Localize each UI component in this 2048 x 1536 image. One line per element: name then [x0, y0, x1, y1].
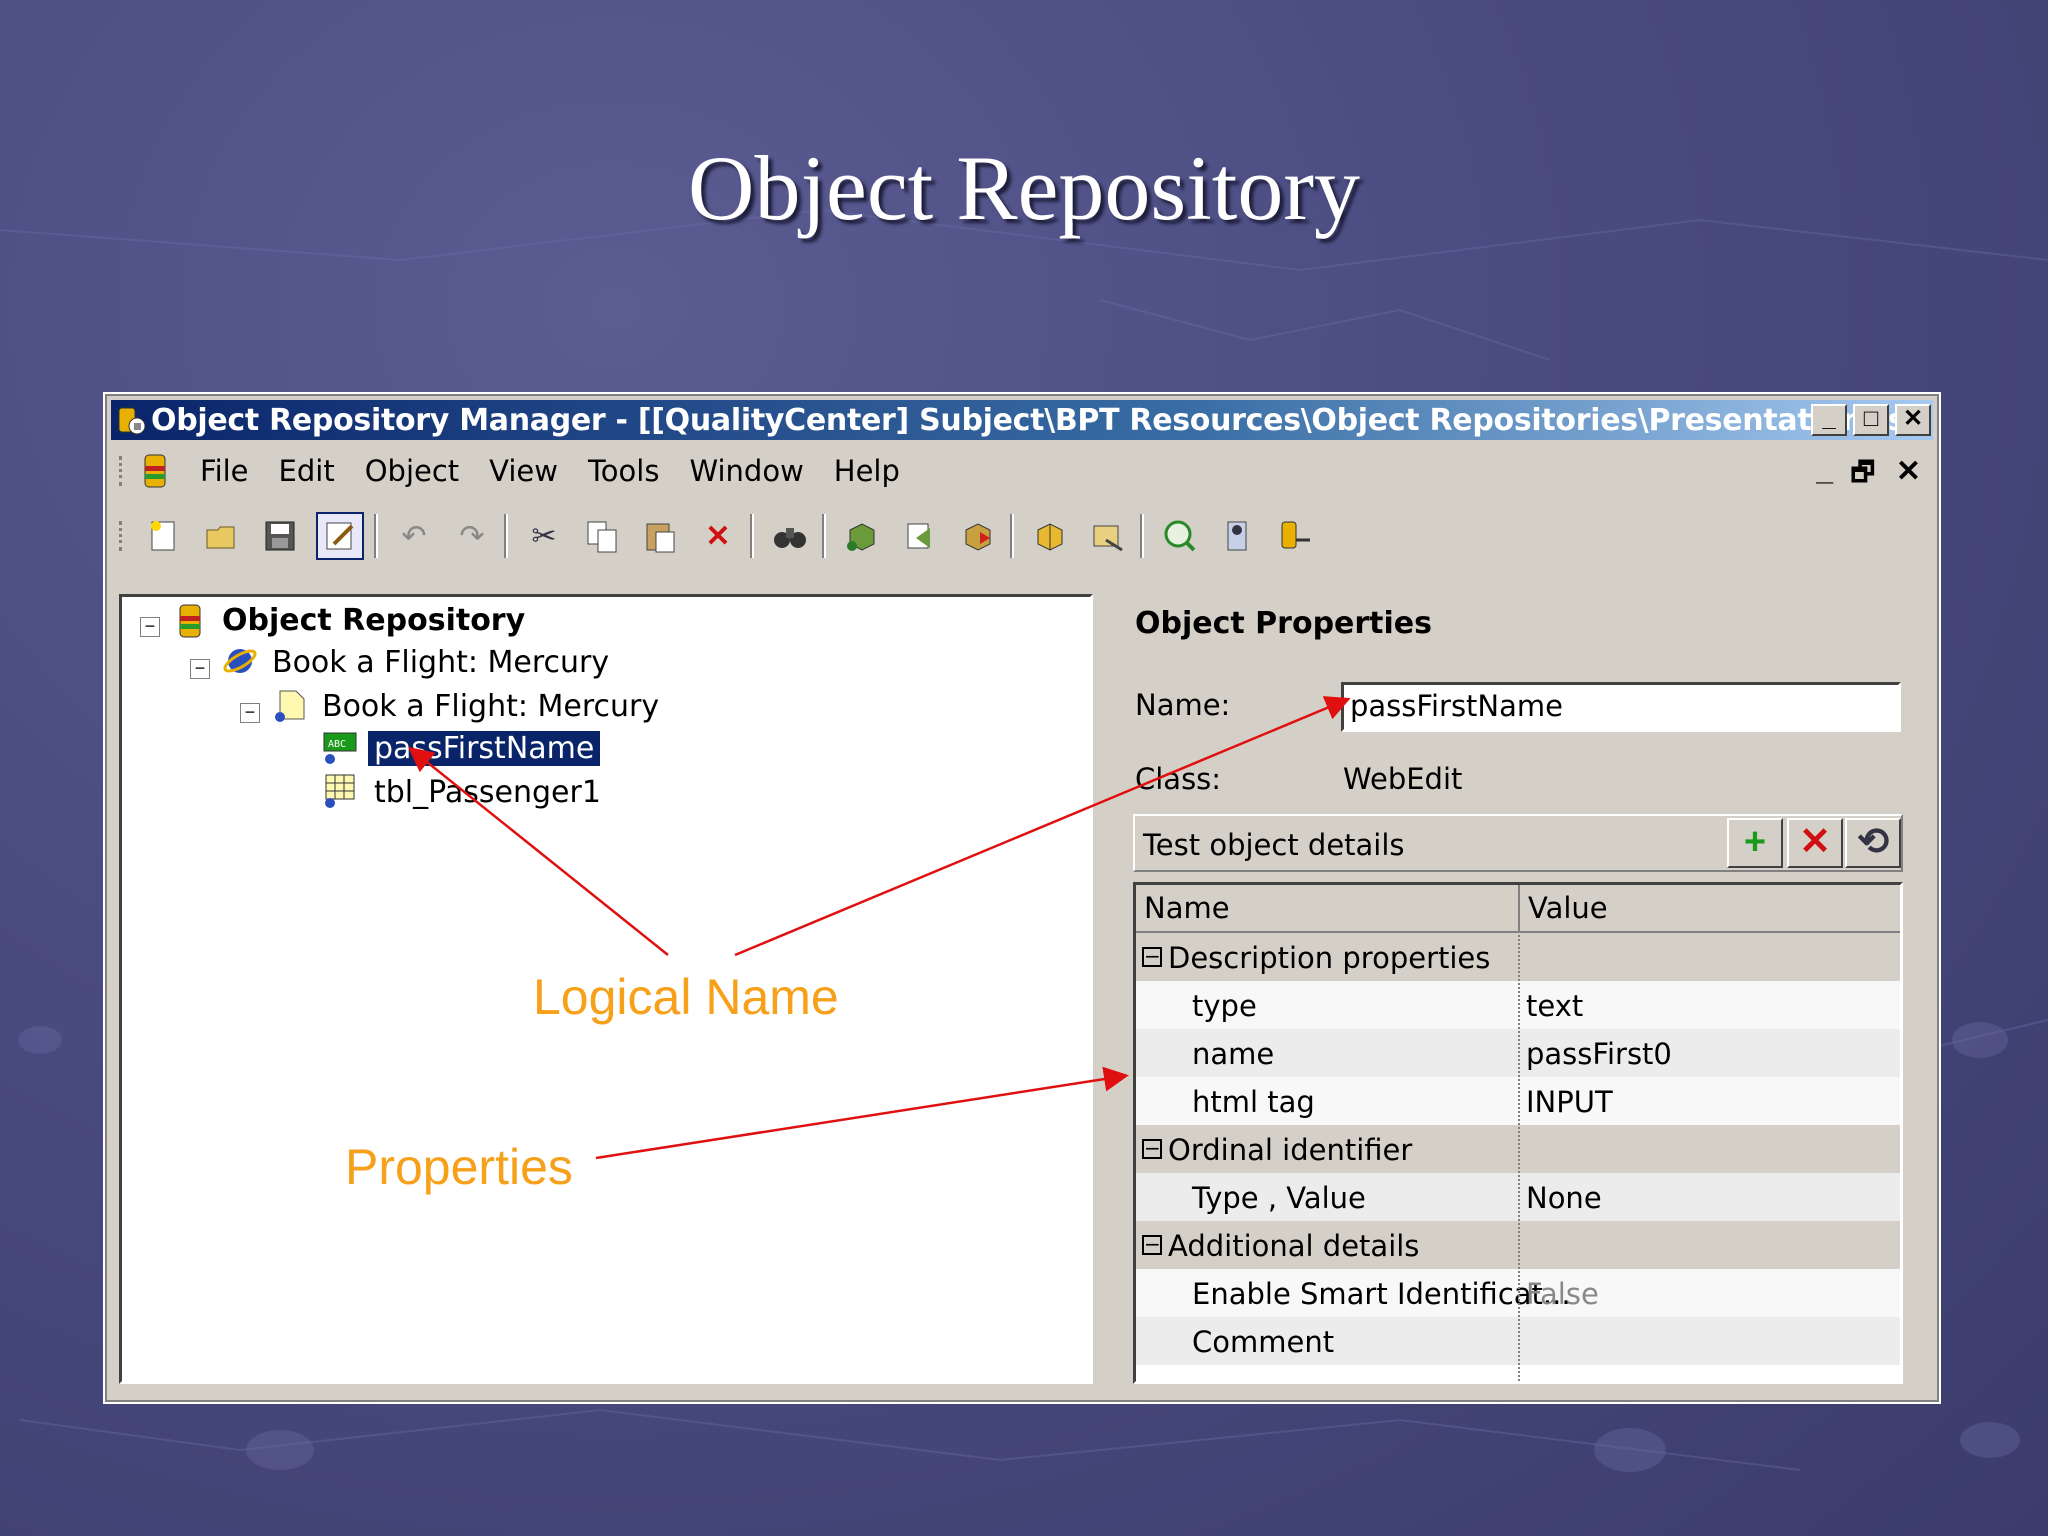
object-repository-window: Object Repository Manager - [[QualityCen… — [103, 392, 1941, 1404]
property-name: type — [1192, 989, 1257, 1023]
grid-header: Name Value — [1136, 885, 1900, 933]
column-header-name[interactable]: Name — [1144, 891, 1230, 925]
paste-icon[interactable] — [638, 514, 682, 558]
mdi-doc-icon — [142, 452, 168, 490]
remove-property-icon[interactable]: ✕ — [1787, 818, 1843, 868]
object-spy-icon[interactable] — [1028, 514, 1072, 558]
menu-tools[interactable]: Tools — [588, 454, 659, 488]
properties-annotation: Properties — [345, 1139, 573, 1195]
property-name: Description properties — [1168, 941, 1491, 975]
property-name: html tag — [1192, 1085, 1315, 1119]
define-object-icon[interactable] — [1216, 514, 1260, 558]
minimize-button[interactable]: _ — [1811, 404, 1847, 436]
property-name: name — [1192, 1037, 1275, 1071]
test-object-details-bar: Test object details + ✕ ⟲ — [1133, 814, 1903, 872]
close-button[interactable]: ✕ — [1895, 404, 1931, 436]
toolbar-separator — [374, 514, 378, 558]
highlight-icon[interactable] — [1086, 514, 1130, 558]
mdi-minimize-button[interactable]: _ — [1816, 454, 1833, 488]
tree-node-root[interactable]: Object Repository — [222, 603, 525, 638]
property-name: Type , Value — [1192, 1181, 1366, 1215]
properties-pane: Object Properties Name: passFirstName Cl… — [1103, 594, 1925, 1384]
new-icon[interactable] — [142, 514, 186, 558]
toolbar-separator — [750, 514, 754, 558]
property-name: Comment — [1192, 1325, 1335, 1359]
property-name: Enable Smart Identificat... — [1192, 1277, 1571, 1311]
collapse-toggle-icon[interactable]: − — [1142, 946, 1162, 967]
menu-edit[interactable]: Edit — [279, 454, 335, 488]
properties-title: Object Properties — [1135, 606, 1433, 641]
webtable-icon — [322, 773, 358, 809]
menu-bar: File Edit Object View Tools Window Help — [111, 446, 1933, 496]
redo-icon[interactable]: ↷ — [450, 514, 494, 558]
tree-node-table[interactable]: tbl_Passenger1 — [374, 775, 601, 810]
logical-name-annotation: Logical Name — [533, 969, 839, 1025]
properties-grid: Name Value − Description properties type te… — [1133, 882, 1903, 1384]
name-field[interactable]: passFirstName — [1341, 682, 1901, 732]
toolbar-separator — [822, 514, 826, 558]
property-name: Ordinal identifier — [1168, 1133, 1413, 1167]
maximize-button[interactable]: □ — [1853, 404, 1889, 436]
property-value[interactable]: text — [1526, 989, 1583, 1023]
add-property-icon[interactable]: + — [1727, 818, 1783, 868]
toolbar-separator — [1010, 514, 1014, 558]
associate-icon[interactable] — [1274, 514, 1318, 558]
tree-node-browser[interactable]: Book a Flight: Mercury — [272, 645, 609, 680]
column-divider[interactable] — [1518, 885, 1520, 931]
add-objects-icon[interactable] — [840, 514, 884, 558]
browser-icon — [222, 643, 258, 679]
toolbar: ↶ ↷ ✂ ✕ — [111, 506, 1933, 566]
update-objects-icon[interactable] — [898, 514, 942, 558]
value-divider — [1518, 931, 1520, 1381]
menu-view[interactable]: View — [489, 454, 558, 488]
collapse-toggle-icon[interactable]: − — [190, 659, 210, 679]
collapse-toggle-icon[interactable]: − — [240, 703, 260, 723]
refresh-icon[interactable]: ⟲ — [1845, 818, 1901, 868]
details-label: Test object details — [1143, 828, 1405, 862]
menu-object[interactable]: Object — [365, 454, 459, 488]
property-name: Additional details — [1168, 1229, 1420, 1263]
merge-objects-icon[interactable] — [956, 514, 1000, 558]
cut-icon[interactable]: ✂ — [522, 514, 566, 558]
class-value: WebEdit — [1343, 762, 1463, 796]
toolbar-grip[interactable] — [119, 521, 128, 551]
slide-title: Object Repository — [688, 137, 1360, 239]
locate-icon[interactable] — [1158, 514, 1202, 558]
menu-help[interactable]: Help — [834, 454, 900, 488]
collapse-toggle-icon[interactable]: − — [1142, 1138, 1162, 1159]
menu-grip[interactable] — [119, 456, 128, 486]
tree-node-page[interactable]: Book a Flight: Mercury — [322, 689, 659, 724]
window-title: Object Repository Manager - [[QualityCen… — [151, 402, 1934, 438]
column-header-value[interactable]: Value — [1528, 891, 1608, 925]
edit-icon[interactable] — [316, 512, 364, 560]
menu-window[interactable]: Window — [689, 454, 803, 488]
repository-app-icon — [115, 404, 147, 436]
property-value[interactable]: passFirst0 — [1526, 1037, 1672, 1071]
open-folder-icon[interactable] — [200, 514, 244, 558]
mdi-close-button[interactable]: ✕ — [1896, 454, 1921, 489]
class-label: Class: — [1135, 762, 1222, 796]
mdi-restore-button[interactable]: 🗗 — [1851, 454, 1875, 498]
page-icon — [272, 687, 308, 723]
save-icon[interactable] — [258, 514, 302, 558]
name-label: Name: — [1135, 688, 1231, 722]
undo-icon[interactable]: ↶ — [392, 514, 436, 558]
repository-icon — [172, 603, 208, 639]
collapse-toggle-icon[interactable]: − — [1142, 1234, 1162, 1255]
title-bar[interactable]: Object Repository Manager - [[QualityCen… — [111, 400, 1934, 440]
toolbar-separator — [504, 514, 508, 558]
property-value[interactable]: INPUT — [1526, 1085, 1613, 1119]
collapse-toggle-icon[interactable]: − — [140, 617, 160, 637]
find-binoculars-icon[interactable] — [768, 514, 812, 558]
menu-file[interactable]: File — [200, 454, 249, 488]
copy-icon[interactable] — [580, 514, 624, 558]
webedit-icon: ABC — [322, 729, 358, 765]
property-value[interactable]: False — [1526, 1277, 1599, 1311]
toolbar-separator — [1140, 514, 1144, 558]
property-value[interactable]: None — [1526, 1181, 1602, 1215]
svg-text:ABC: ABC — [328, 739, 346, 750]
delete-icon[interactable]: ✕ — [696, 514, 740, 558]
tree-node-selected[interactable]: passFirstName — [365, 729, 603, 768]
